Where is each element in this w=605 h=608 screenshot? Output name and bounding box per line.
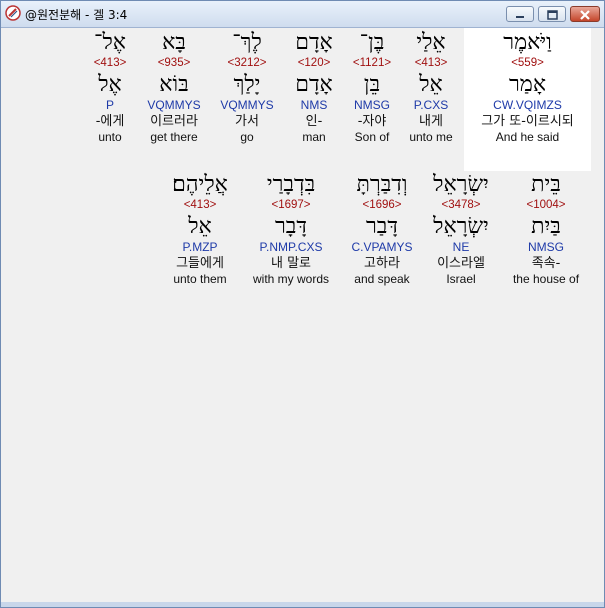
hebrew-lemma: יִשְׂרָאֵל	[433, 214, 489, 239]
korean-gloss: 이르러라	[150, 114, 198, 129]
word-cell[interactable]: בָּא <935> בּוֹא VQMMYS 이르러라 get there	[132, 30, 216, 145]
close-icon	[580, 10, 590, 20]
korean-gloss: 내게	[419, 114, 443, 129]
word-cell[interactable]: אֵלַי <413> אֵל P.CXS 내게 unto me	[389, 30, 473, 145]
word-cell[interactable]: יִשְׂרָאֵל <3478> יִשְׂרָאֵל NE 이스라엘 Isr…	[419, 172, 503, 287]
strong-number[interactable]: <3478>	[419, 198, 503, 212]
korean-gloss: 그들에게	[176, 256, 224, 271]
korean-gloss: 그가 또-이르시되	[481, 114, 574, 129]
english-gloss: and speak	[354, 272, 410, 286]
word-cell[interactable]: בִּדְבָרַי <1697> דָּבָר P.NMP.CXS 내 말로 …	[245, 172, 337, 287]
hebrew-surface: בֵּית	[531, 172, 561, 197]
english-gloss: And he said	[495, 130, 560, 144]
hebrew-lemma: אֵל	[188, 214, 212, 239]
parsing-code: P.MZP	[182, 240, 218, 254]
word-cell[interactable]: וְדִבַּרְתָּ <1696> דָּבַר C.VPAMYS 고하라 …	[340, 172, 424, 287]
parsing-code: P.CXS	[413, 98, 449, 112]
minimize-button[interactable]	[506, 6, 534, 22]
interlinear-view: אֶל־ <413> אֶל P -에게 unto בָּא <935> בּו…	[5, 28, 600, 600]
english-gloss: unto them	[173, 272, 227, 286]
hebrew-surface: וְדִבַּרְתָּ	[356, 172, 408, 197]
strong-number[interactable]: <935>	[132, 56, 216, 70]
parsing-code: C.VPAMYS	[351, 240, 413, 254]
korean-gloss: 족속-	[531, 256, 561, 271]
english-gloss: with my words	[252, 272, 329, 286]
parsing-code: NE	[452, 240, 470, 254]
strong-number[interactable]: <1004>	[503, 198, 589, 212]
app-window: @원전분해 - 겔 3:4 אֶל־ <413> אֶל P -에게 unto …	[0, 0, 605, 608]
korean-gloss: 고하라	[364, 256, 400, 271]
strong-number[interactable]: <413>	[155, 198, 245, 212]
hebrew-lemma: אָמַר	[508, 72, 547, 97]
hebrew-surface: וַיֹּאמֶר	[503, 30, 552, 55]
maximize-icon	[547, 10, 558, 20]
korean-gloss: 이스라엘	[437, 256, 485, 271]
hebrew-surface: בִּדְבָרַי	[266, 172, 316, 197]
parsing-code: CW.VQIMZS	[493, 98, 562, 112]
parsing-code: VQMMYS	[147, 98, 201, 112]
strong-number[interactable]: <1697>	[245, 198, 337, 212]
hebrew-lemma: דָּבַר	[366, 214, 398, 239]
parsing-code: NMSG	[528, 240, 564, 254]
english-gloss: Israel	[446, 272, 476, 286]
hebrew-surface: אֵלַי	[416, 30, 446, 55]
word-cell-selected[interactable]: וַיֹּאמֶר <559> אָמַר CW.VQIMZS 그가 또-이르시…	[464, 30, 591, 145]
maximize-button[interactable]	[538, 6, 566, 22]
parsing-code: P.NMP.CXS	[259, 240, 323, 254]
hebrew-lemma: דָּבָר	[275, 214, 307, 239]
window-bottom-border	[1, 602, 604, 607]
strong-number[interactable]: <413>	[389, 56, 473, 70]
hebrew-surface: אֲלֵיהֶם׃	[172, 172, 228, 197]
hebrew-lemma: אֵל	[419, 72, 443, 97]
english-gloss: unto me	[409, 130, 453, 144]
hebrew-surface: יִשְׂרָאֵל	[433, 172, 489, 197]
strong-number[interactable]: <1696>	[340, 198, 424, 212]
english-gloss: the house of	[512, 272, 580, 286]
hebrew-lemma: בּוֹא	[159, 72, 189, 97]
strong-number[interactable]: <559>	[464, 56, 591, 70]
bible-app-icon	[5, 5, 21, 21]
english-gloss: get there	[150, 130, 198, 144]
minimize-icon	[516, 16, 524, 18]
title-bar[interactable]: @원전분해 - 겔 3:4	[1, 1, 604, 28]
word-cell[interactable]: בֵּית <1004> בַּיִת NMSG 족속- the house o…	[503, 172, 589, 287]
hebrew-surface: בָּא	[162, 30, 186, 55]
hebrew-lemma: בַּיִת	[531, 214, 561, 239]
close-button[interactable]	[570, 6, 600, 22]
window-title: @원전분해 - 겔 3:4	[25, 8, 128, 22]
word-cell[interactable]: אֲלֵיהֶם׃ <413> אֵל P.MZP 그들에게 unto them	[155, 172, 245, 287]
korean-gloss: 내 말로	[270, 256, 311, 271]
